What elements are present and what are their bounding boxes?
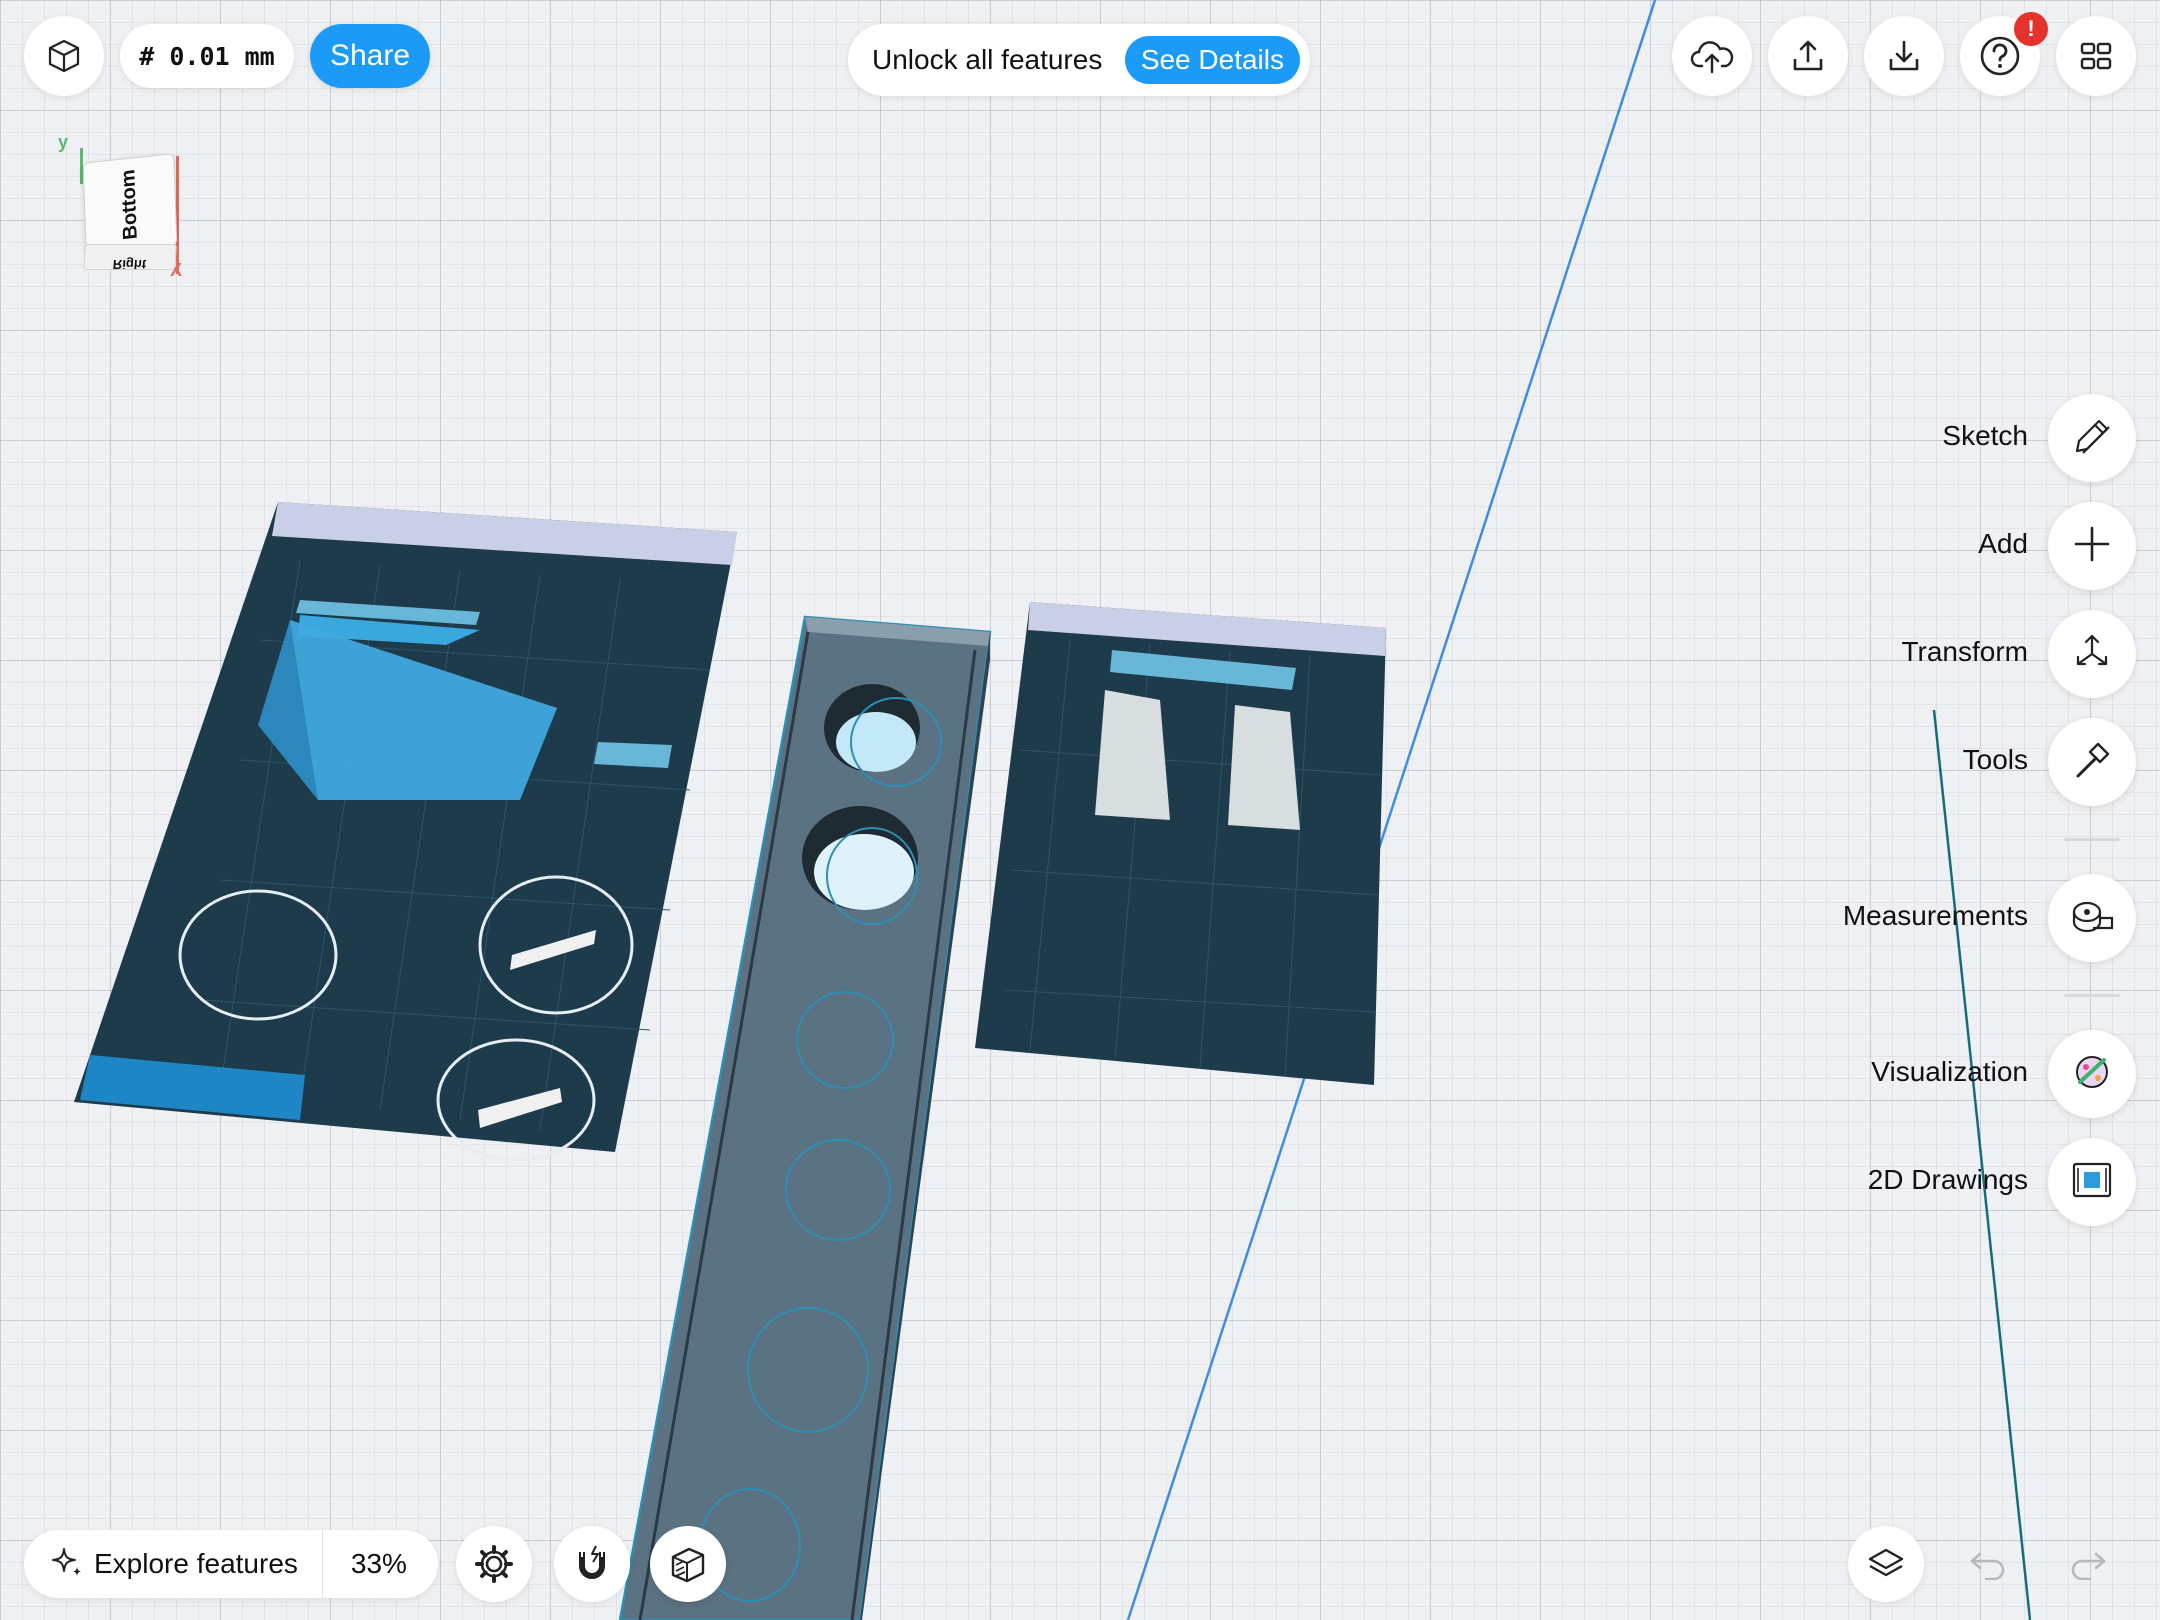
drawing-sheet-icon <box>2070 1160 2114 1205</box>
cloud-upload-icon <box>1690 36 1734 76</box>
axis-y-label: y <box>58 132 69 152</box>
settings-gear-icon <box>473 1543 515 1585</box>
tool-divider <box>2064 994 2120 997</box>
tool-visualization-label: Visualization <box>1871 1056 2028 1087</box>
settings-button[interactable] <box>456 1526 532 1602</box>
cube-icon <box>45 37 83 75</box>
snap-button[interactable] <box>554 1526 630 1602</box>
explore-zoom-bar: Explore features 33% <box>24 1530 438 1598</box>
tool-divider <box>2064 838 2120 841</box>
tool-sketch-label: Sketch <box>1942 420 2028 451</box>
redo-icon <box>2068 1548 2108 1580</box>
hammer-icon <box>2070 738 2114 787</box>
explore-features-label: Explore features <box>94 1548 298 1579</box>
cloud-upload-button[interactable] <box>1672 16 1752 96</box>
export-icon <box>1789 37 1827 75</box>
pencil-ruler-icon <box>2069 413 2115 464</box>
unlock-text: Unlock all features <box>872 44 1103 75</box>
unlock-banner: Unlock all features See Details <box>848 24 1310 96</box>
axis-x-line <box>176 156 179 274</box>
home-view-button[interactable] <box>24 16 104 96</box>
blueprint-image-right[interactable] <box>975 602 1386 1085</box>
section-view-icon <box>667 1543 709 1585</box>
tool-visualization-button[interactable] <box>2048 1030 2136 1118</box>
tool-add-button[interactable] <box>2048 502 2136 590</box>
tool-tools-label: Tools <box>1962 744 2028 775</box>
zoom-level[interactable]: 33% <box>351 1548 407 1580</box>
help-icon <box>1979 35 2021 77</box>
view-cube[interactable]: y X Bottom Right <box>58 132 188 282</box>
help-notification-badge: ! <box>2014 12 2048 46</box>
tool-transform-label: Transform <box>1901 636 2028 667</box>
snap-magnet-icon <box>572 1544 612 1584</box>
layers-icon <box>1866 1544 1906 1584</box>
tool-measurements-label: Measurements <box>1842 900 2028 931</box>
explore-features-button[interactable]: Explore features <box>24 1530 323 1598</box>
share-label: Share <box>329 39 411 72</box>
visualization-icon <box>2070 1050 2114 1099</box>
apps-grid-button[interactable] <box>2056 16 2136 96</box>
view-cube-face-label: Bottom <box>117 167 142 241</box>
tool-add-label: Add <box>1978 528 2028 559</box>
tool-tools-button[interactable] <box>2048 718 2136 806</box>
tool-2d-drawings-label: 2D Drawings <box>1867 1164 2028 1195</box>
view-cube-face[interactable]: Bottom <box>82 153 178 255</box>
units-label: # 0.01 mm <box>139 41 275 71</box>
apps-grid-icon <box>2078 38 2114 74</box>
share-button[interactable]: Share <box>310 24 430 88</box>
section-view-button[interactable] <box>650 1526 726 1602</box>
tool-2d-drawings-button[interactable] <box>2048 1138 2136 1226</box>
import-icon <box>1885 37 1923 75</box>
tape-measure-icon <box>2069 896 2115 941</box>
undo-icon <box>1968 1548 2008 1580</box>
view-cube-side-label: Right <box>112 257 147 270</box>
tool-transform-button[interactable] <box>2048 610 2136 698</box>
sparkle-icon <box>50 1545 84 1584</box>
view-cube-side[interactable]: Right <box>83 244 177 270</box>
tool-sketch-button[interactable] <box>2048 394 2136 482</box>
tool-measurements-button[interactable] <box>2048 874 2136 962</box>
undo-button[interactable] <box>1950 1526 2026 1602</box>
blueprint-image-left[interactable] <box>74 502 737 1162</box>
redo-button[interactable] <box>2050 1526 2126 1602</box>
plus-icon <box>2072 524 2112 569</box>
import-button[interactable] <box>1864 16 1944 96</box>
see-details-button[interactable]: See Details <box>1124 36 1300 84</box>
export-button[interactable] <box>1768 16 1848 96</box>
design-canvas[interactable] <box>0 0 2160 1620</box>
units-button[interactable]: # 0.01 mm <box>120 24 294 88</box>
layers-button[interactable] <box>1848 1526 1924 1602</box>
transform-arrows-icon <box>2070 630 2114 679</box>
